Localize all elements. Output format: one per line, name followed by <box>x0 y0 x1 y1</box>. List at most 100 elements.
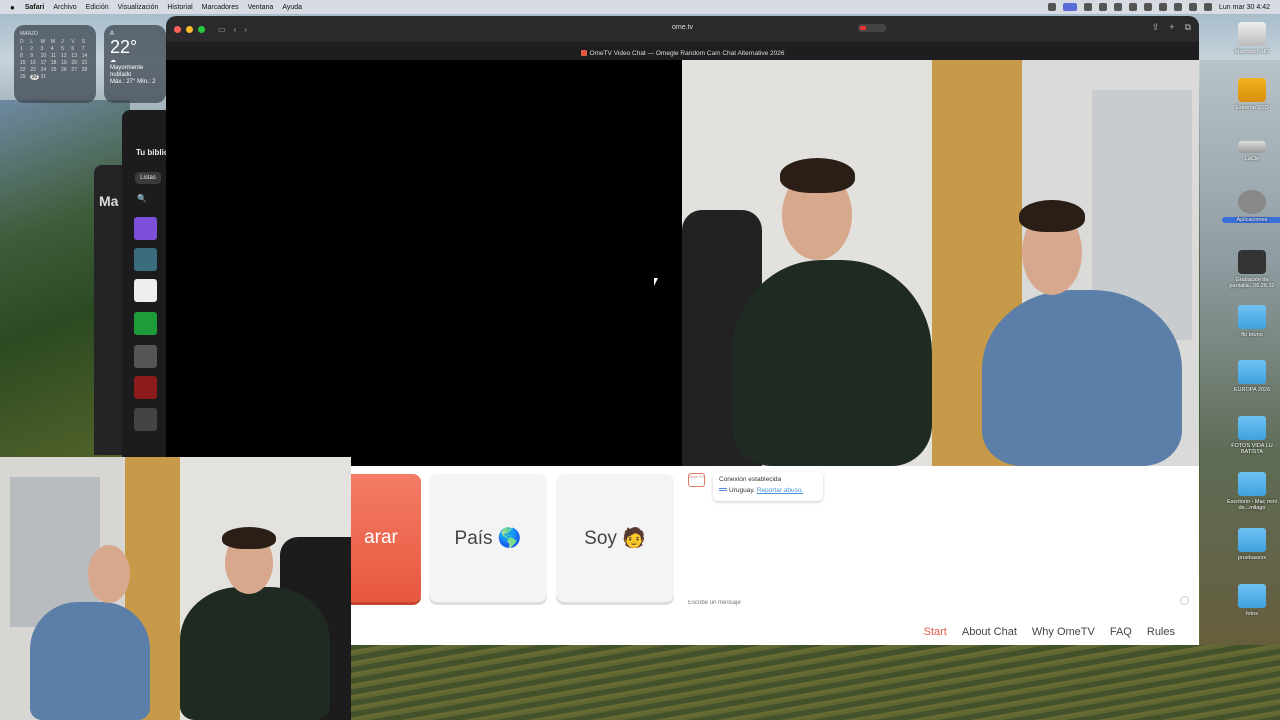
desktop-icon-folder[interactable]: Escritorio - Mac mini de...milago <box>1222 472 1280 511</box>
calendar-day[interactable]: 18 <box>51 60 59 66</box>
play-icon[interactable] <box>1129 3 1138 11</box>
calendar-day[interactable]: 10 <box>41 53 49 59</box>
remote-video[interactable] <box>682 60 1199 466</box>
playlist-thumb-4[interactable] <box>134 312 157 335</box>
calendar-day[interactable]: 19 <box>61 60 69 66</box>
chat-message-input[interactable] <box>686 594 1194 608</box>
weather-widget[interactable]: A 22° ☁ Mayormente nublado Máx.: 27° Mín… <box>104 25 166 103</box>
nav-about-chat[interactable]: About Chat <box>962 626 1017 638</box>
nav-start[interactable]: Start <box>924 626 947 638</box>
screen-record-icon[interactable] <box>1063 3 1078 11</box>
calendar-day[interactable]: 28 <box>82 67 90 73</box>
calendar-day[interactable]: 4 <box>51 46 59 52</box>
desktop-icon-vid[interactable]: Grabación de pantalla...06.26.32 <box>1222 250 1280 289</box>
calendar-day[interactable]: 31 <box>41 74 49 80</box>
local-video[interactable] <box>166 60 682 505</box>
new-tab-icon[interactable]: + <box>1169 22 1174 33</box>
menu-ventana[interactable]: Ventana <box>248 4 274 11</box>
playlist-thumb-7[interactable] <box>134 408 157 431</box>
calendar-day[interactable]: 9 <box>30 53 38 59</box>
desktop-icon-disk[interactable]: Macintosh HD <box>1222 22 1280 55</box>
calendar-day[interactable]: 16 <box>30 60 38 66</box>
calendar-day[interactable]: 29 <box>20 74 28 80</box>
siri-icon[interactable] <box>1204 3 1213 11</box>
share-icon[interactable]: ⇪ <box>1152 22 1160 33</box>
tab-overview-icon[interactable]: ⧉ <box>1185 22 1191 33</box>
emoji-icon[interactable] <box>1180 596 1189 605</box>
battery-icon[interactable] <box>1144 3 1153 11</box>
minimize-window-button[interactable] <box>186 25 193 33</box>
playlist-thumb-5[interactable] <box>134 345 157 368</box>
menu-archivo[interactable]: Archivo <box>53 4 76 11</box>
address-bar[interactable]: ome.tv <box>672 24 693 31</box>
nav-faq[interactable]: FAQ <box>1110 626 1132 638</box>
nav-why-ometv[interactable]: Why OmeTV <box>1032 626 1095 638</box>
calendar-day[interactable]: 26 <box>61 67 69 73</box>
calendar-day-header: J <box>61 39 64 45</box>
calendar-day[interactable]: 13 <box>71 53 79 59</box>
menu-historial[interactable]: Historial <box>167 4 192 11</box>
menubar-clock[interactable]: Lun mar 30 4:42 <box>1219 4 1270 11</box>
calendar-day[interactable]: 24 <box>41 67 49 73</box>
close-window-button[interactable] <box>174 25 181 33</box>
menu-visualizacion[interactable]: Visualización <box>118 4 159 11</box>
status-icon-4[interactable] <box>1114 3 1123 11</box>
zoom-window-button[interactable] <box>198 25 205 33</box>
calendar-day[interactable]: 22 <box>20 67 28 73</box>
calendar-day[interactable]: 5 <box>61 46 69 52</box>
report-abuse-link[interactable]: Reportar abuso. <box>757 487 804 494</box>
calendar-day[interactable]: 2 <box>30 46 38 52</box>
playlist-thumb-3[interactable] <box>134 279 157 302</box>
country-filter-button[interactable]: País 🌎 <box>429 474 547 602</box>
calendar-day[interactable]: 11 <box>51 53 59 59</box>
wifi-icon[interactable] <box>1159 3 1168 11</box>
calendar-day[interactable]: 15 <box>20 60 28 66</box>
calendar-widget[interactable]: MARZO D L M M J V S 1 2 3 4 5 6 7 8 9 10 11 12 13 14 15 16 17 18… <box>14 25 96 103</box>
calendar-day[interactable]: 6 <box>71 46 79 52</box>
camera-in-use-icon[interactable] <box>858 24 886 32</box>
status-icon-2[interactable] <box>1084 3 1093 11</box>
desktop-icon-folder[interactable]: pruebasxxx <box>1222 528 1280 561</box>
music-search-icon[interactable]: 🔍 <box>137 194 147 203</box>
gender-filter-button[interactable]: Soy 🧑 <box>556 474 674 602</box>
playlist-thumb-6[interactable] <box>134 376 157 399</box>
music-lists-tab[interactable]: Listas <box>135 172 161 184</box>
calendar-day[interactable]: 27 <box>71 67 79 73</box>
browser-tab[interactable]: OmeTV Video Chat — Omegle Random Cam Cha… <box>580 42 784 60</box>
status-icon-3[interactable] <box>1099 3 1108 11</box>
desktop-icon-folder[interactable]: fotos <box>1222 584 1280 617</box>
desktop-icon-ext[interactable]: Extreme SSD <box>1222 78 1280 111</box>
calendar-day[interactable]: 20 <box>71 60 79 66</box>
desktop-icon-folder[interactable]: FOTOS VIDA LU BATISTA <box>1222 416 1280 455</box>
control-center-icon[interactable] <box>1189 3 1198 11</box>
forward-icon[interactable]: › <box>244 25 247 34</box>
search-icon[interactable] <box>1174 3 1183 11</box>
calendar-day[interactable]: 3 <box>41 46 49 52</box>
calendar-day[interactable]: 17 <box>41 60 49 66</box>
nav-rules[interactable]: Rules <box>1147 626 1175 638</box>
menu-edicion[interactable]: Edición <box>86 4 109 11</box>
sidebar-icon[interactable]: ▭ <box>218 25 226 34</box>
menu-marcadores[interactable]: Marcadores <box>202 4 239 11</box>
back-icon[interactable]: ‹ <box>234 25 237 34</box>
status-icon-1[interactable] <box>1048 3 1057 11</box>
calendar-day[interactable]: 12 <box>61 53 69 59</box>
menu-ayuda[interactable]: Ayuda <box>282 4 302 11</box>
calendar-day[interactable]: 25 <box>51 67 59 73</box>
playlist-thumb-heart[interactable] <box>134 217 157 240</box>
calendar-day[interactable]: 7 <box>82 46 90 52</box>
apple-menu-icon[interactable]: ● <box>10 3 15 12</box>
playlist-thumb-2[interactable] <box>134 248 157 271</box>
desktop-icon-folder[interactable]: flo bruno <box>1222 305 1280 338</box>
calendar-day[interactable]: 14 <box>82 53 90 59</box>
calendar-day[interactable]: 21 <box>82 60 90 66</box>
calendar-day[interactable]: 8 <box>20 53 28 59</box>
desktop-icon-apps[interactable]: Aplicaciones <box>1222 190 1280 223</box>
desktop-icon-folder[interactable]: EUROPA 2026 <box>1222 360 1280 393</box>
calendar-day[interactable]: 30 <box>30 74 39 80</box>
stop-button[interactable]: arar <box>341 474 421 602</box>
calendar-day[interactable]: 23 <box>30 67 38 73</box>
calendar-day[interactable]: 1 <box>20 46 28 52</box>
desktop-icon-lacie[interactable]: LaCie <box>1222 135 1280 162</box>
menu-safari[interactable]: Safari <box>25 4 44 11</box>
